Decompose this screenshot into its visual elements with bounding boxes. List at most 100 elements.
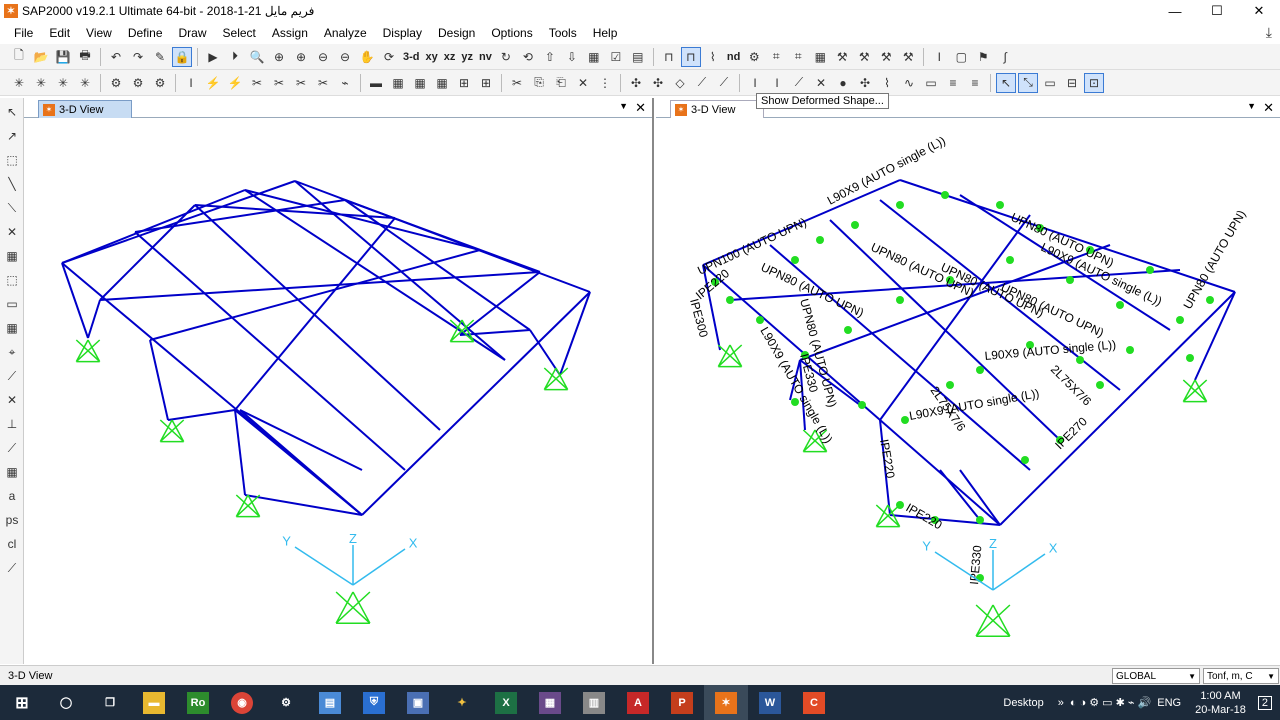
design-aluminum-icon[interactable]: ⚒ xyxy=(876,47,896,67)
select-by-line-icon[interactable]: ⟋ xyxy=(2,558,22,578)
cortana-icon[interactable]: ◯ xyxy=(44,685,88,720)
snap-intersect-icon[interactable]: ✕ xyxy=(2,390,22,410)
pointer-select-icon[interactable]: ↖ xyxy=(996,72,1016,93)
clear-selection-icon[interactable]: cl xyxy=(2,534,22,554)
draw-line-icon[interactable]: ⤡ xyxy=(1018,72,1038,93)
minimize-button[interactable]: — xyxy=(1154,0,1196,22)
show-undeformed-icon[interactable]: ⊓ xyxy=(659,47,679,67)
draw-curve-icon[interactable]: ∿ xyxy=(899,73,919,93)
view-xz-button[interactable]: xz xyxy=(444,51,456,63)
show-virtual-work-icon[interactable]: ⌗ xyxy=(766,47,786,67)
copy-icon[interactable]: ⎘ xyxy=(529,73,549,93)
camtasia-icon[interactable]: C xyxy=(792,685,836,720)
draw-quad-icon[interactable]: ≡ xyxy=(965,73,985,93)
draw-grid-frame-icon[interactable]: ▦ xyxy=(2,246,22,266)
menu-assign[interactable]: Assign xyxy=(264,22,316,44)
snap-line-seg-icon[interactable]: ⟋ xyxy=(2,438,22,458)
frame-section-icon[interactable]: I xyxy=(181,73,201,93)
snap-perpendicular-icon[interactable]: ⟋ xyxy=(714,73,734,93)
bridge-icon[interactable]: ∫ xyxy=(995,47,1015,67)
draw-brace-icon[interactable]: ⟋ xyxy=(789,73,809,93)
open-icon[interactable]: 📂 xyxy=(31,47,51,67)
notification-count[interactable]: 2 xyxy=(1257,695,1272,710)
show-plot-functions-icon[interactable]: ⌗ xyxy=(788,47,808,67)
start-button[interactable]: ⊞ xyxy=(0,685,44,720)
task-view-icon[interactable]: ❐ xyxy=(88,685,132,720)
powerpoint-icon[interactable]: P xyxy=(660,685,704,720)
notepad-icon[interactable]: ▤ xyxy=(308,685,352,720)
word-icon[interactable]: W xyxy=(748,685,792,720)
lock-icon[interactable]: 🔒 xyxy=(172,46,192,67)
zoom-region-icon[interactable]: ⊡ xyxy=(1084,72,1104,93)
set-display-icon[interactable]: ▦ xyxy=(584,47,604,67)
tray-icons[interactable]: ◐ ◑ ⚙ ▭ ✱ ⌁ 🔊 xyxy=(1070,696,1151,709)
snap-perp-icon[interactable]: ⊥ xyxy=(2,414,22,434)
assign-restraint-icon[interactable]: ✳ xyxy=(53,73,73,93)
snap-end-icon[interactable]: ✣ xyxy=(648,73,668,93)
group-icon[interactable]: ⊞ xyxy=(476,73,496,93)
replicate-icon[interactable]: ⋮ xyxy=(595,73,615,93)
link-icon[interactable]: ⊞ xyxy=(454,73,474,93)
move-down-icon[interactable]: ⇩ xyxy=(562,47,582,67)
menu-help[interactable]: Help xyxy=(585,22,626,44)
excel-icon[interactable]: X xyxy=(484,685,528,720)
draw-point-icon[interactable]: ⬚ xyxy=(2,150,22,170)
menu-view[interactable]: View xyxy=(78,22,120,44)
download-icon[interactable]: ⤓ xyxy=(1266,24,1272,41)
show-deformed-shape-icon[interactable]: ⊓ xyxy=(680,46,701,67)
view-xy-button[interactable]: xy xyxy=(426,51,438,63)
new-model-icon[interactable]: 🗋 xyxy=(9,47,29,67)
defender-icon[interactable]: ⛨ xyxy=(352,685,396,720)
draw-frame-icon[interactable]: I xyxy=(745,73,765,93)
shell-mesh-icon[interactable]: ▦ xyxy=(410,73,430,93)
redo-icon[interactable]: ↷ xyxy=(128,47,148,67)
rotate-3d-icon[interactable]: ↻ xyxy=(496,47,516,67)
select-previous-icon[interactable]: ps xyxy=(2,510,22,530)
shell-icon[interactable]: ▢ xyxy=(951,47,971,67)
installer-icon[interactable]: ▣ xyxy=(396,685,440,720)
quick-area-icon[interactable]: ▦ xyxy=(2,318,22,338)
shell-load-icon[interactable]: ▦ xyxy=(388,73,408,93)
snap-intersection-icon[interactable]: ◇ xyxy=(670,73,690,93)
menu-analyze[interactable]: Analyze xyxy=(316,22,375,44)
run-icon[interactable]: ▶ xyxy=(203,47,223,67)
draw-cable-icon[interactable]: ✕ xyxy=(811,73,831,93)
sap2000-taskbar-icon[interactable]: ✶ xyxy=(704,685,748,720)
undo-icon[interactable]: ↶ xyxy=(106,47,126,67)
assign-frame-icon[interactable]: ✳ xyxy=(31,73,51,93)
building-app-icon[interactable]: ▥ xyxy=(572,685,616,720)
cut-icon[interactable]: ✂ xyxy=(507,73,527,93)
menu-design[interactable]: Design xyxy=(430,22,483,44)
right-pane-tab[interactable]: ✶ 3-D View xyxy=(670,100,764,118)
draw-area-icon[interactable]: ≡ xyxy=(943,73,963,93)
frame-offset-icon[interactable]: ✂ xyxy=(247,73,267,93)
zoom-out-icon[interactable]: ⊖ xyxy=(313,47,333,67)
right-pane-dropdown-icon[interactable]: ▼ xyxy=(1247,101,1256,111)
draw-link-icon[interactable]: ✣ xyxy=(855,73,875,93)
move-up-icon[interactable]: ⇧ xyxy=(540,47,560,67)
grid-app-icon[interactable]: ▦ xyxy=(528,685,572,720)
draw-brace-line-icon[interactable]: ⟍ xyxy=(2,198,22,218)
check-icon[interactable]: ☑ xyxy=(606,47,626,67)
snap-line-icon[interactable]: ⟋ xyxy=(692,73,712,93)
view-yz-button[interactable]: yz xyxy=(461,51,473,63)
save-icon[interactable]: 💾 xyxy=(53,47,73,67)
right-pane-close-icon[interactable]: ✕ xyxy=(1263,100,1274,116)
assign-section-icon[interactable]: ⚙ xyxy=(106,73,126,93)
units-select[interactable]: Tonf, m, C ▼ xyxy=(1203,668,1279,684)
close-button[interactable]: ✕ xyxy=(1238,0,1280,22)
assign-release-icon[interactable]: ⚙ xyxy=(128,73,148,93)
zoom-previous-icon[interactable]: ⊖ xyxy=(335,47,355,67)
zoom-all-icon[interactable]: ⊕ xyxy=(269,47,289,67)
menu-file[interactable]: File xyxy=(6,22,41,44)
refresh-icon[interactable]: ✎ xyxy=(150,47,170,67)
solid-icon[interactable]: ▦ xyxy=(432,73,452,93)
section-designer-icon[interactable]: I xyxy=(929,47,949,67)
menu-edit[interactable]: Edit xyxy=(41,22,78,44)
select-all-icon[interactable]: a xyxy=(2,486,22,506)
frame-releases-icon[interactable]: ⚡ xyxy=(225,73,245,93)
draw-poly-icon[interactable]: ⌇ xyxy=(877,73,897,93)
snap-joint-icon[interactable]: ⌖ xyxy=(2,342,22,362)
tray-chevron-icon[interactable]: » xyxy=(1058,697,1064,709)
show-forces-icon[interactable]: ⌇ xyxy=(703,47,723,67)
